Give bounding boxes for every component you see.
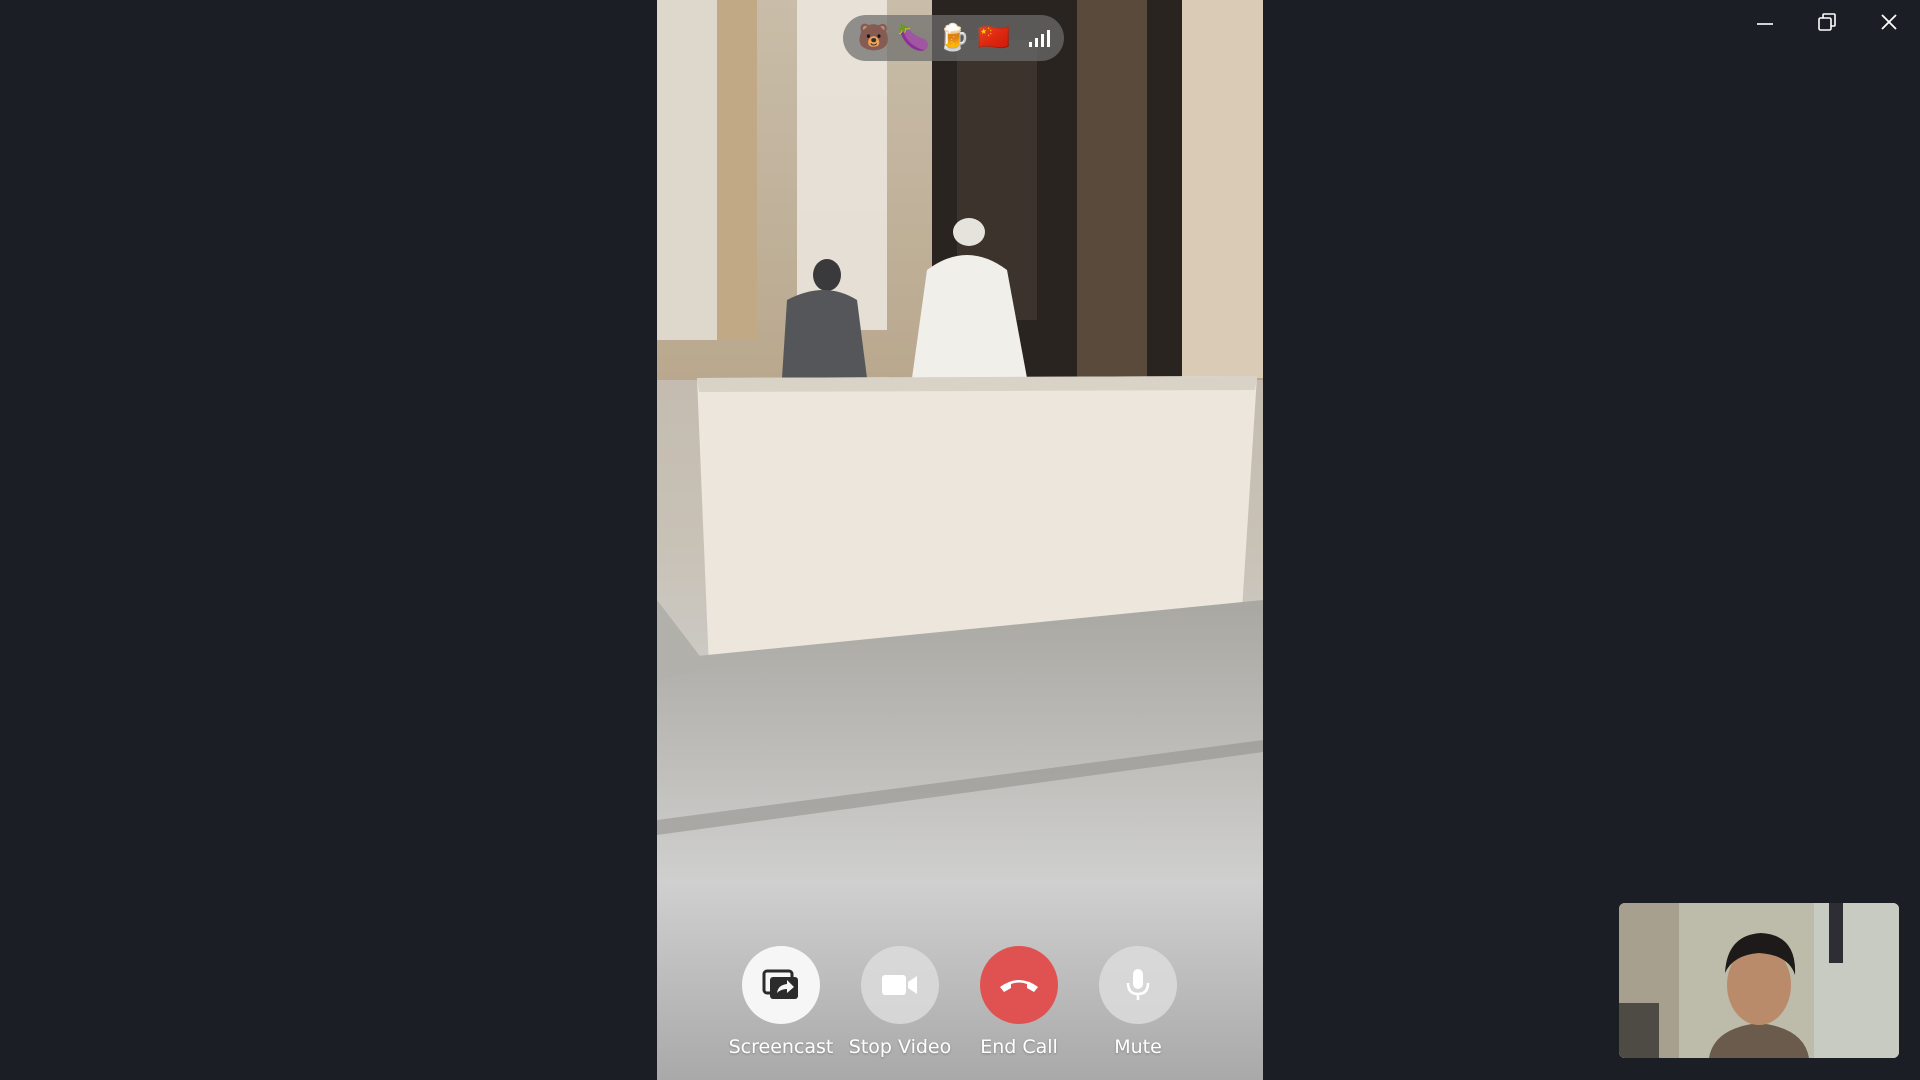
mute-button[interactable] (1099, 946, 1177, 1024)
video-camera-icon (882, 975, 917, 995)
restore-icon (1818, 13, 1836, 31)
close-button[interactable] (1858, 0, 1920, 44)
mute-control: Mute (1078, 946, 1198, 1058)
screencast-control: Screencast (721, 946, 841, 1058)
call-info-bar: 🐻 🍆 🍺 🇨🇳 (843, 15, 1064, 61)
remote-video-scene (657, 0, 1263, 1080)
close-icon (1881, 14, 1897, 30)
beer-emoji: 🍺 (937, 23, 971, 53)
minimize-button[interactable] (1734, 0, 1796, 44)
bear-emoji: 🐻 (857, 23, 891, 53)
self-video-preview[interactable] (1619, 903, 1899, 1058)
end-call-control: End Call (959, 946, 1079, 1058)
call-controls: Screencast Stop Video End Call Mute (657, 946, 1263, 1076)
microphone-icon (1126, 969, 1150, 1000)
stop-video-button[interactable] (861, 946, 939, 1024)
minimize-icon (1757, 23, 1773, 25)
screencast-label: Screencast (728, 1036, 834, 1058)
end-call-label: End Call (980, 1036, 1058, 1058)
screencast-icon (762, 969, 798, 999)
mute-label: Mute (1114, 1036, 1162, 1058)
phone-hangup-icon (1000, 980, 1038, 992)
end-call-button[interactable] (980, 946, 1058, 1024)
restore-button[interactable] (1796, 0, 1858, 44)
window-controls (1734, 0, 1920, 44)
video-call-window: 🐻 🍆 🍺 🇨🇳 Screencast Stop Video End Call … (0, 0, 1920, 1080)
self-video-scene (1619, 903, 1899, 1058)
stop-video-control: Stop Video (840, 946, 960, 1058)
eggplant-emoji: 🍆 (897, 23, 931, 53)
signal-strength-icon (1029, 29, 1050, 47)
remote-video-feed (657, 0, 1263, 1080)
stop-video-label: Stop Video (848, 1036, 952, 1058)
screencast-button[interactable] (742, 946, 820, 1024)
china-flag-emoji: 🇨🇳 (977, 23, 1011, 53)
